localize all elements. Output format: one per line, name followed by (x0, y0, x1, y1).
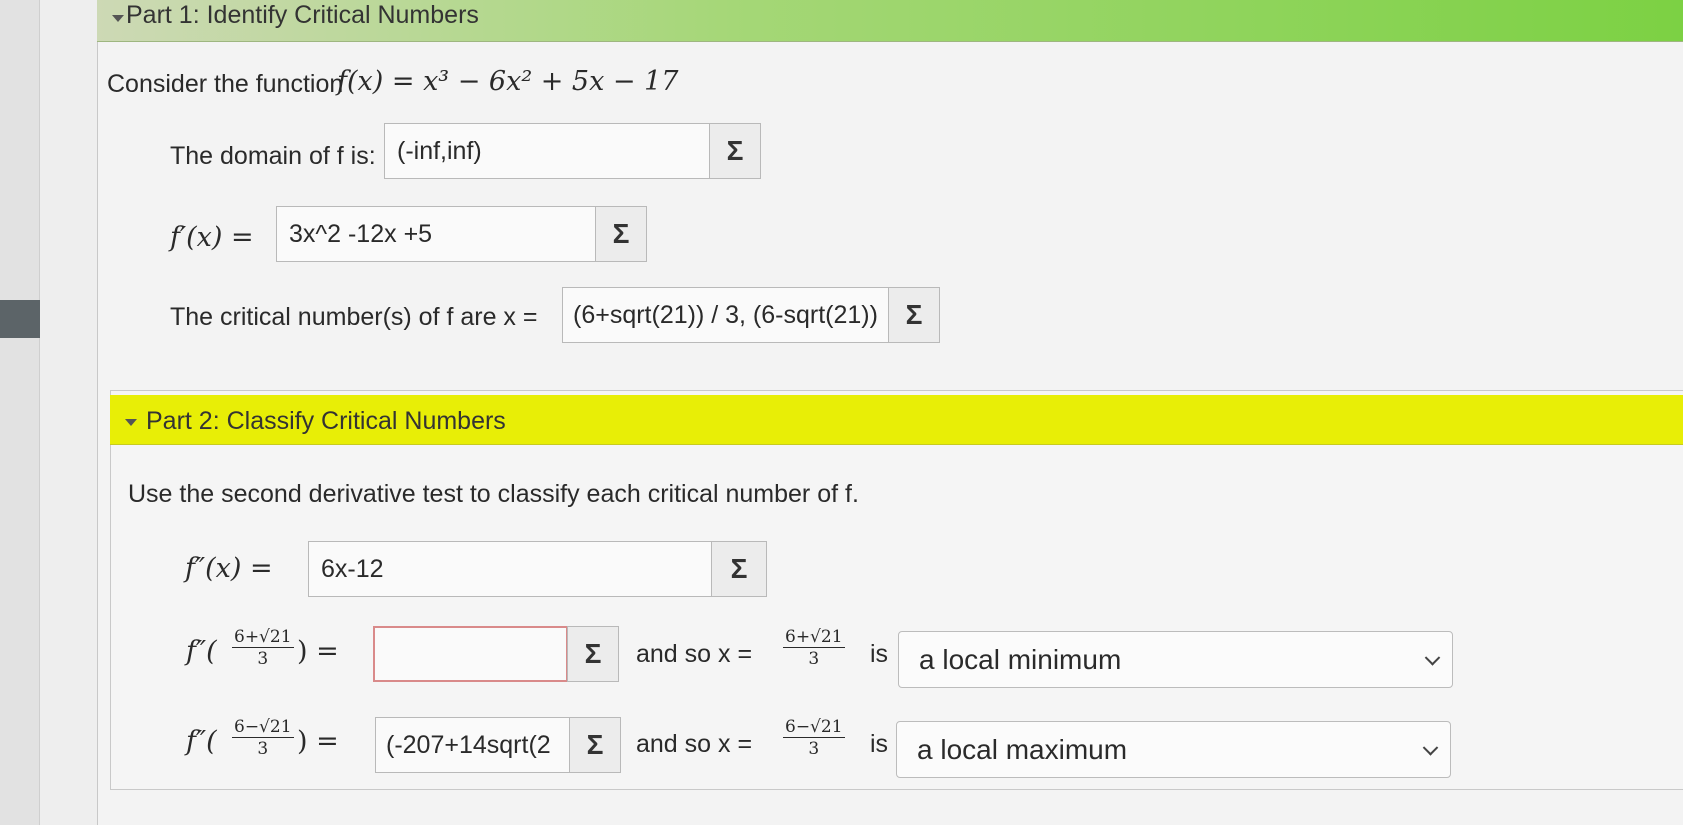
sigma-icon[interactable]: Σ (709, 123, 761, 179)
row1-and-so-text: and so x = (636, 640, 753, 668)
critical-label: The critical number(s) of f are x = (170, 303, 538, 331)
second-derivative-input[interactable]: 6x-12 (308, 541, 712, 597)
row2-arg-denominator: 3 (257, 738, 269, 759)
row2-classification-value: a local maximum (917, 733, 1128, 765)
sigma-icon[interactable]: Σ (888, 287, 940, 343)
row2-x-denominator: 3 (808, 738, 820, 759)
triangle-down-icon[interactable] (125, 419, 137, 426)
row1-x-numerator: 6+√21 (783, 627, 845, 648)
row2-classification-select[interactable]: a local maximum (896, 721, 1451, 778)
side-marker (0, 300, 40, 338)
left-gutter (0, 0, 40, 825)
sigma-icon[interactable]: Σ (595, 206, 647, 262)
derivative-label: f′(x) = (170, 222, 254, 253)
chevron-down-icon[interactable] (1422, 739, 1439, 756)
row1-func-suffix: ) = (297, 636, 339, 667)
row1-argument-fraction: 6+√21 3 (232, 628, 294, 668)
row2-func-prefix: f″( (186, 726, 217, 757)
instruction-text: Use the second derivative test to classi… (128, 480, 859, 508)
row1-x-fraction: 6+√21 3 (783, 628, 845, 668)
row2-x-numerator: 6−√21 (783, 717, 845, 738)
row2-and-so-text: and so x = (636, 730, 753, 758)
row1-value-input[interactable] (373, 626, 568, 682)
row2-value-input[interactable]: (-207+14sqrt(2 (375, 717, 570, 773)
row2-is-text: is (870, 730, 889, 758)
row2-func-suffix: ) = (297, 726, 339, 757)
domain-label: The domain of f is: (170, 142, 376, 170)
row1-classification-value: a local minimum (919, 643, 1122, 675)
sigma-icon[interactable]: Σ (711, 541, 767, 597)
second-derivative-label: f″(x) = (185, 553, 273, 584)
part1-title[interactable]: Part 1: Identify Critical Numbers (126, 1, 479, 30)
intro-text: Consider the function (107, 70, 344, 98)
row1-classification-select[interactable]: a local minimum (898, 631, 1453, 688)
critical-numbers-input[interactable]: (6+sqrt(21)) / 3, (6-sqrt(21)) (562, 287, 889, 343)
domain-input[interactable]: (-inf,inf) (384, 123, 710, 179)
problem-page: Part 1: Identify Critical Numbers Consid… (0, 0, 1683, 825)
derivative-input[interactable]: 3x^2 -12x +5 (276, 206, 596, 262)
row2-x-fraction: 6−√21 3 (783, 718, 845, 758)
row2-argument-fraction: 6−√21 3 (232, 718, 294, 758)
function-expression: f(x) = x³ − 6x² + 5x − 17 (337, 66, 679, 97)
row1-arg-denominator: 3 (257, 648, 269, 669)
part2-title[interactable]: Part 2: Classify Critical Numbers (146, 407, 506, 436)
row1-is-text: is (870, 640, 889, 668)
row1-arg-numerator: 6+√21 (232, 627, 294, 648)
sigma-icon[interactable]: Σ (567, 626, 619, 682)
chevron-down-icon[interactable] (1424, 649, 1441, 666)
row1-func-prefix: f″( (186, 636, 217, 667)
triangle-down-icon[interactable] (112, 15, 124, 22)
row2-arg-numerator: 6−√21 (232, 717, 294, 738)
sigma-icon[interactable]: Σ (569, 717, 621, 773)
row1-x-denominator: 3 (808, 648, 820, 669)
